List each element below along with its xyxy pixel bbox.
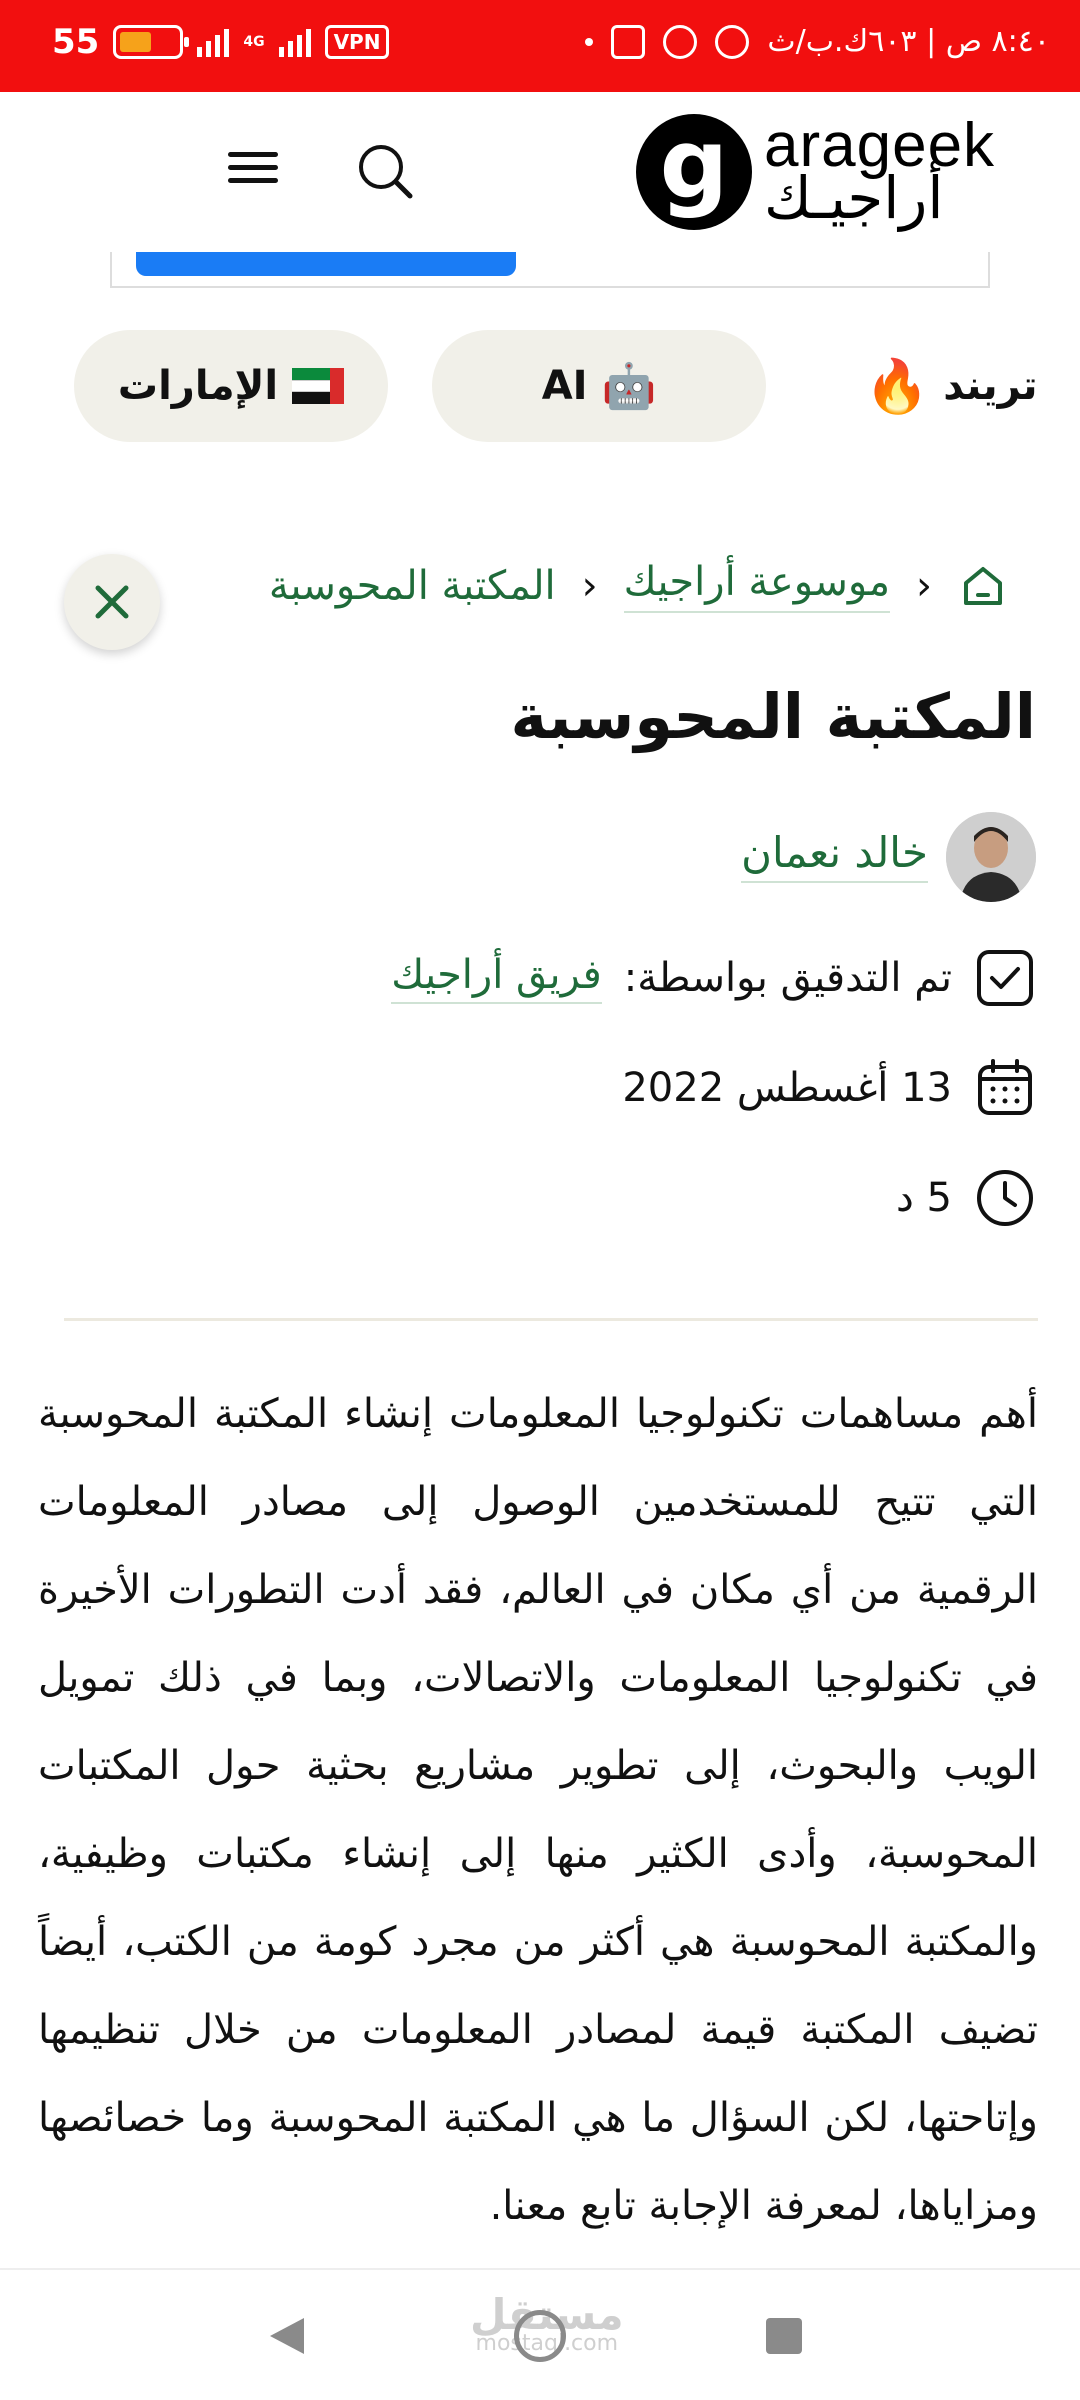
date-row: 13 أغسطس 2022: [622, 1056, 1036, 1120]
close-button[interactable]: [64, 554, 160, 650]
reviewer-link[interactable]: فريق أراجيك: [391, 952, 602, 1004]
breadcrumb-encyclopedia[interactable]: موسوعة أراجيك: [623, 559, 890, 613]
status-bar-left: 55 4G VPN: [52, 22, 390, 62]
recent-apps-icon[interactable]: [766, 2318, 802, 2354]
vpn-badge: VPN: [324, 25, 390, 59]
publish-date: 13 أغسطس 2022: [622, 1065, 952, 1111]
article-body: أهم مساهمات تكنولوجيا المعلومات إنشاء ال…: [38, 1391, 1038, 2229]
home-icon[interactable]: [958, 561, 1008, 611]
logo-text-ar[interactable]: أراجيـك: [764, 164, 943, 232]
uae-flag-icon: [292, 368, 345, 404]
site-header: g arageek أراجيـك: [0, 92, 1080, 252]
home-button-icon[interactable]: [514, 2310, 566, 2362]
hamburger-menu-icon[interactable]: [222, 144, 284, 198]
check-square-icon: [977, 950, 1033, 1006]
chip-label: تريند: [943, 363, 1038, 409]
chip-trend[interactable]: تريند 🔥: [846, 330, 1056, 442]
read-time: 5 د: [896, 1175, 952, 1221]
chip-ai[interactable]: 🤖 AI: [432, 330, 766, 442]
reviewed-label: تم التدقيق بواسطة:: [623, 955, 952, 1001]
status-time: ٨:٤٠ ص | ٦٠٣ك.ب/ث: [767, 24, 1050, 59]
status-bar: ٨:٤٠ ص | ٦٠٣ك.ب/ث 55 4G VPN: [0, 0, 1080, 92]
breadcrumb-separator-icon: ‹: [581, 563, 598, 609]
clock-icon: [977, 1170, 1033, 1226]
search-icon[interactable]: [354, 140, 416, 202]
whatsapp-icon: [663, 24, 698, 59]
ad-banner[interactable]: [110, 252, 990, 288]
alarm-icon: [715, 24, 750, 59]
status-bar-right: ٨:٤٠ ص | ٦٠٣ك.ب/ث: [585, 24, 1050, 59]
author-avatar[interactable]: [946, 812, 1036, 902]
avatar-image: [946, 812, 1036, 902]
notification-icon: [611, 24, 646, 59]
fire-icon: 🔥: [864, 356, 930, 417]
author-name-link[interactable]: خالد نعمان: [741, 828, 928, 883]
logo-mark[interactable]: g: [636, 114, 752, 230]
battery-level: [120, 32, 152, 52]
chip-uae[interactable]: الإمارات: [74, 330, 388, 442]
calendar-icon: [978, 1059, 1032, 1115]
divider: [64, 1318, 1038, 1321]
robot-icon: 🤖: [601, 361, 657, 412]
breadcrumb-current: المكتبة المحوسبة: [268, 563, 556, 609]
dot-icon: [585, 37, 594, 46]
back-icon[interactable]: [270, 2318, 304, 2354]
reviewed-row: تم التدقيق بواسطة: فريق أراجيك: [391, 946, 1036, 1010]
read-time-row: 5 د: [896, 1166, 1036, 1230]
system-nav-bar: مستقل mostaql.com: [0, 2268, 1080, 2400]
network-type: 4G: [243, 34, 265, 50]
page-title: المكتبة المحوسبة: [510, 680, 1037, 753]
signal-icon-2: [278, 27, 311, 57]
battery-percent: 55: [52, 22, 100, 62]
signal-icon: [197, 27, 230, 57]
breadcrumb: ‹ موسوعة أراجيك ‹ المكتبة المحوسبة: [269, 548, 1008, 624]
chip-label: الإمارات: [117, 363, 279, 409]
battery-icon: [113, 25, 190, 59]
close-icon: [95, 585, 129, 619]
chip-label: AI: [541, 363, 588, 409]
breadcrumb-separator-icon: ‹: [916, 563, 932, 609]
ad-button[interactable]: [136, 252, 516, 276]
topic-chips: الإمارات 🤖 AI تريند 🔥: [0, 330, 1080, 444]
